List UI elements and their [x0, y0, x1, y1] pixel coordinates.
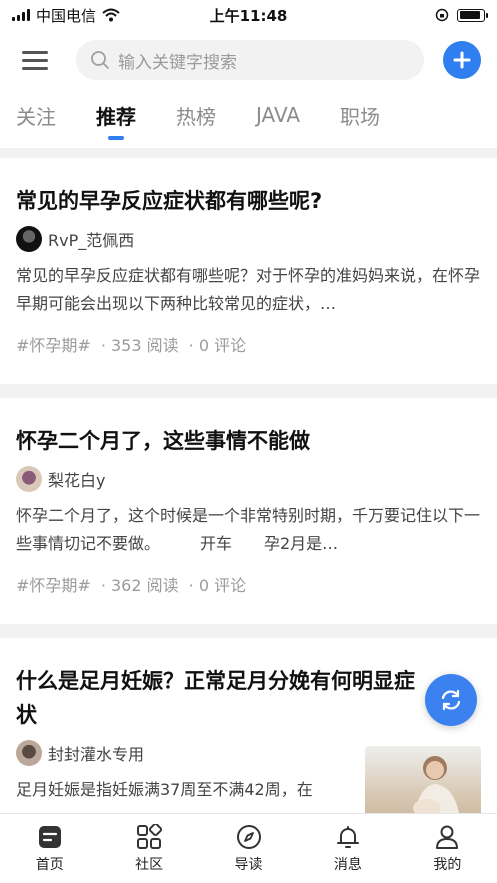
post-summary: 怀孕二个月了，这个时候是一个非常特别时期，千万要记住以下一些事情切记不要做。 开…	[16, 506, 481, 553]
nav-community[interactable]: 社区	[99, 814, 198, 883]
tab-recommend[interactable]: 推荐	[96, 101, 136, 140]
nav-label: 社区	[135, 856, 164, 873]
post-summary: 常见的早孕反应症状都有哪些呢？对于怀孕的准妈妈来说，在怀孕早期可能会出现以下两种…	[16, 266, 481, 313]
search-icon	[91, 51, 109, 69]
post-tag[interactable]: #怀孕期#	[16, 572, 91, 596]
community-icon	[137, 823, 163, 849]
search-input[interactable]: 输入关键字搜索	[76, 40, 424, 80]
nav-profile[interactable]: 我的	[398, 814, 497, 883]
battery-icon	[457, 8, 488, 22]
nav-home[interactable]: 首页	[0, 814, 99, 883]
author-name[interactable]: 封封灌水专用	[48, 741, 144, 765]
carrier-label: 中国电信	[36, 6, 97, 25]
avatar[interactable]	[16, 466, 42, 492]
status-right	[435, 8, 488, 22]
post-title[interactable]: 常见的早孕反应症状都有哪些呢?	[16, 184, 481, 218]
post-card[interactable]: 怀孕二个月了，这些事情不能做 梨花白y 怀孕二个月了，这个时候是一个非常特别时期…	[0, 398, 497, 624]
rotation-lock-icon	[435, 8, 449, 22]
post-feed: 常见的早孕反应症状都有哪些呢? RvP_范佩西 常见的早孕反应症状都有哪些呢？对…	[0, 158, 497, 813]
post-meta: #怀孕期# · 362 阅读 · 0 评论	[16, 572, 481, 624]
post-meta: #怀孕期# · 353 阅读 · 0 评论	[16, 332, 481, 384]
menu-icon[interactable]	[16, 41, 54, 79]
nav-messages[interactable]: 消息	[298, 814, 397, 883]
post-tag[interactable]: #怀孕期#	[16, 332, 91, 356]
post-card[interactable]: 什么是足月妊娠？正常足月分娩有何明显症状 封封灌水专用 足月妊娠是指妊娠满37周…	[0, 638, 497, 813]
post-title[interactable]: 什么是足月妊娠？正常足月分娩有何明显症状	[16, 664, 481, 732]
nav-guide[interactable]: 导读	[199, 814, 298, 883]
refresh-icon	[441, 689, 461, 711]
author-row: 封封灌水专用	[16, 740, 353, 766]
compass-icon	[236, 824, 261, 849]
status-left: 中国电信	[12, 5, 172, 26]
tab-hot[interactable]: 热榜	[176, 101, 216, 138]
mother-baby-image	[413, 756, 459, 813]
read-count: · 353 阅读	[100, 336, 179, 355]
wifi-icon	[102, 8, 120, 22]
author-name[interactable]: RvP_范佩西	[48, 227, 134, 251]
author-row: RvP_范佩西	[16, 226, 481, 252]
nav-label: 导读	[234, 856, 263, 873]
tab-follow[interactable]: 关注	[16, 101, 56, 138]
search-placeholder: 输入关键字搜索	[118, 52, 237, 73]
nav-label: 消息	[333, 856, 362, 873]
tab-career[interactable]: 职场	[340, 101, 380, 138]
avatar[interactable]	[16, 226, 42, 252]
author-row: 梨花白y	[16, 466, 481, 492]
nav-label: 首页	[35, 856, 64, 873]
home-icon	[38, 825, 61, 848]
app-header: 输入关键字搜索	[0, 30, 497, 90]
nav-label: 我的	[433, 856, 462, 873]
post-title[interactable]: 怀孕二个月了，这些事情不能做	[16, 424, 481, 458]
author-name[interactable]: 梨花白y	[48, 467, 105, 491]
post-summary: 足月妊娠是指妊娠满37周至不满42周，在	[16, 780, 313, 799]
category-tabs: 关注 推荐 热榜 JAVA 职场	[0, 90, 497, 148]
status-bar: 中国电信 上午11:48	[0, 0, 497, 30]
add-post-button[interactable]	[443, 41, 481, 79]
user-icon	[436, 825, 459, 849]
bell-icon	[336, 825, 359, 848]
post-body-row: 封封灌水专用 足月妊娠是指妊娠满37周至不满42周，在	[16, 732, 481, 813]
bottom-nav: 首页 社区 导读 消息 我的	[0, 813, 497, 883]
comment-count: · 0 评论	[188, 336, 247, 355]
avatar[interactable]	[16, 740, 42, 766]
tab-java[interactable]: JAVA	[256, 103, 300, 135]
signal-icon	[12, 9, 30, 21]
post-thumbnail[interactable]	[365, 746, 481, 813]
read-count: · 362 阅读	[100, 576, 179, 595]
plus-icon	[453, 51, 471, 69]
refresh-button[interactable]	[425, 674, 477, 726]
comment-count: · 0 评论	[188, 576, 247, 595]
post-card[interactable]: 常见的早孕反应症状都有哪些呢? RvP_范佩西 常见的早孕反应症状都有哪些呢？对…	[0, 158, 497, 384]
